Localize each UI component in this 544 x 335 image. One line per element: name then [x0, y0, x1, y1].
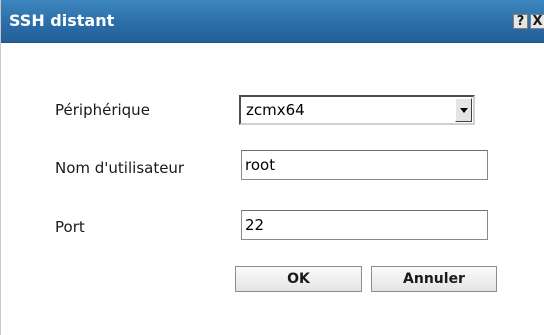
ok-button[interactable]: OK	[235, 266, 362, 292]
device-select[interactable]: zcmx64	[239, 95, 475, 125]
dialog-titlebar[interactable]: SSH distant ? X	[1, 0, 544, 43]
ssh-dialog: SSH distant ? X Périphérique zcmx64 Nom …	[0, 0, 544, 335]
close-button[interactable]: X	[530, 14, 544, 29]
device-select-value: zcmx64	[246, 101, 305, 119]
port-label: Port	[55, 218, 85, 236]
port-field[interactable]: 22	[241, 210, 488, 240]
help-button[interactable]: ?	[513, 14, 528, 29]
dialog-title: SSH distant	[9, 11, 115, 30]
username-field[interactable]: root	[241, 150, 488, 180]
cancel-button[interactable]: Annuler	[371, 266, 497, 292]
chevron-down-icon[interactable]	[455, 98, 472, 122]
device-label: Périphérique	[55, 101, 150, 119]
username-label: Nom d'utilisateur	[55, 159, 185, 177]
